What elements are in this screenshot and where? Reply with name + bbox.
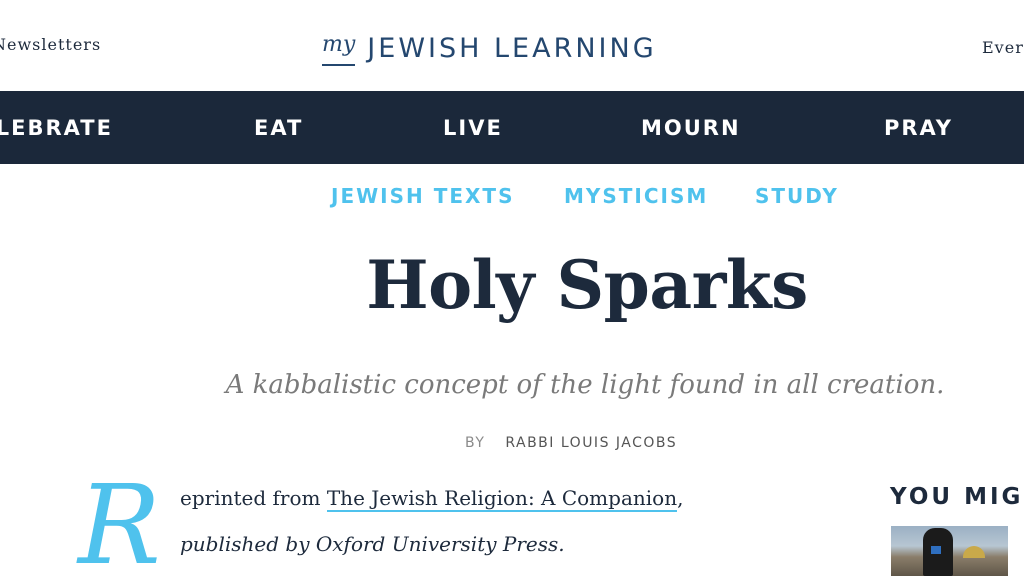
article-title: Holy Sparks [366,246,808,324]
topic-breadcrumb: JEWISH TEXTS MYSTICISM STUDY [0,184,1024,210]
article-text-fragment: eprinted from [180,486,327,510]
site-logo[interactable]: my JEWISH LEARNING [322,26,657,66]
topic-link-jewish-texts[interactable]: JEWISH TEXTS [331,184,514,208]
related-article-thumbnail[interactable] [891,526,1008,576]
article-text-line: published by Oxford University Press. [180,532,565,556]
sidebar-heading: YOU MIGHT [890,484,1024,510]
thumbnail-dome-shape [963,546,985,558]
article-text-line: eprinted from The Jewish Religion: A Com… [180,486,684,512]
drop-cap: R [78,461,161,576]
thumbnail-accent-shape [931,546,941,554]
book-title-link[interactable]: The Jewish Religion: A Companion [326,486,678,512]
main-nav: CELEBRATE EAT LIVE MOURN PRAY [0,91,1024,164]
article-subtitle: A kabbalistic concept of the light found… [225,370,945,400]
newsletters-link[interactable]: Newsletters [0,35,101,54]
header-right-link[interactable]: Ever [982,38,1024,57]
topic-link-mysticism[interactable]: MYSTICISM [564,184,708,208]
nav-item-pray[interactable]: PRAY [884,116,953,140]
article-text-fragment: , [677,486,684,510]
author-link[interactable]: RABBI LOUIS JACOBS [505,435,677,451]
site-header: Newsletters my JEWISH LEARNING Ever [0,0,1024,91]
nav-item-mourn[interactable]: MOURN [641,116,741,140]
nav-item-eat[interactable]: EAT [254,116,303,140]
logo-main-text: JEWISH LEARNING [367,33,657,64]
byline-label: BY [465,435,486,451]
byline: BY RABBI LOUIS JACOBS [465,435,677,451]
nav-item-live[interactable]: LIVE [443,116,503,140]
nav-item-celebrate[interactable]: CELEBRATE [0,116,113,140]
logo-my-text: my [322,34,356,66]
topic-link-study[interactable]: STUDY [755,184,839,208]
